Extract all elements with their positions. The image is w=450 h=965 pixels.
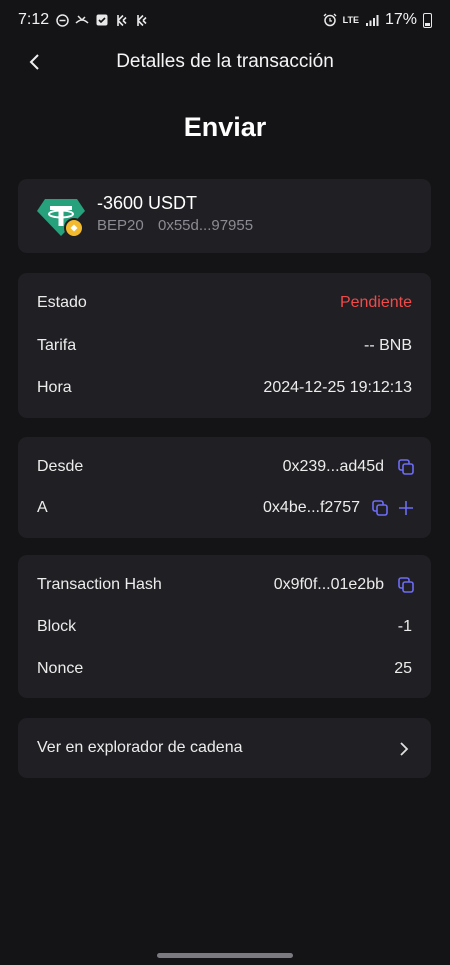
asset-network: BEP20 [97, 217, 144, 234]
kucoin-icon [135, 13, 149, 27]
missed-call-icon [75, 13, 89, 27]
network-type: LTE [342, 14, 359, 25]
status-bar-left: 7:12 [18, 11, 149, 29]
status-bar-right: LTE 17% [323, 11, 432, 29]
nonce-value: 25 [394, 660, 412, 677]
back-button[interactable] [18, 46, 50, 78]
asset-amount: -3600 USDT [97, 193, 198, 213]
to-label: A [37, 499, 48, 516]
page-title: Enviar [183, 112, 267, 142]
kucoin-icon [115, 13, 129, 27]
transaction-hash-label: Transaction Hash [37, 576, 162, 593]
asset-card [18, 179, 431, 253]
chevron-right-icon [400, 742, 409, 756]
status-time: 7:12 [18, 11, 50, 28]
alarm-icon [323, 13, 337, 27]
fee-value: -- BNB [364, 337, 412, 354]
from-label: Desde [37, 458, 84, 475]
fee-label: Tarifa [37, 337, 77, 354]
usdt-token-icon [37, 199, 85, 238]
status-label: Estado [37, 294, 87, 311]
check-box-icon [95, 13, 109, 27]
app-header: Detalles de la transacción [0, 40, 450, 84]
view-explorer-label: Ver en explorador de cadena [37, 739, 243, 756]
time-value: 2024-12-25 19:12:13 [263, 379, 412, 396]
asset-address: 0x55d...97955 [158, 217, 254, 234]
copy-icon[interactable] [397, 458, 415, 476]
signal-icon [365, 13, 379, 27]
nonce-label: Nonce [37, 660, 84, 677]
header-title: Detalles de la transacción [116, 51, 334, 72]
chevron-left-icon [29, 54, 39, 70]
home-indicator[interactable] [157, 953, 293, 958]
block-label: Block [37, 618, 77, 635]
block-value: -1 [397, 618, 412, 635]
add-contact-plus-icon[interactable] [398, 500, 414, 516]
transaction-hash-value: 0x9f0f...01e2bb [273, 576, 384, 593]
status-bar: 7:12 LTE 17% [0, 0, 450, 40]
battery-percent: 17% [384, 11, 417, 28]
time-label: Hora [37, 379, 72, 396]
do-not-disturb-icon [55, 13, 69, 27]
from-address: 0x239...ad45d [282, 458, 384, 475]
copy-icon[interactable] [397, 576, 415, 594]
to-address: 0x4be...f2757 [263, 499, 360, 516]
battery-icon [423, 12, 432, 28]
status-badge: Pendiente [339, 294, 412, 311]
addresses-card [18, 437, 431, 538]
copy-icon[interactable] [371, 499, 389, 517]
